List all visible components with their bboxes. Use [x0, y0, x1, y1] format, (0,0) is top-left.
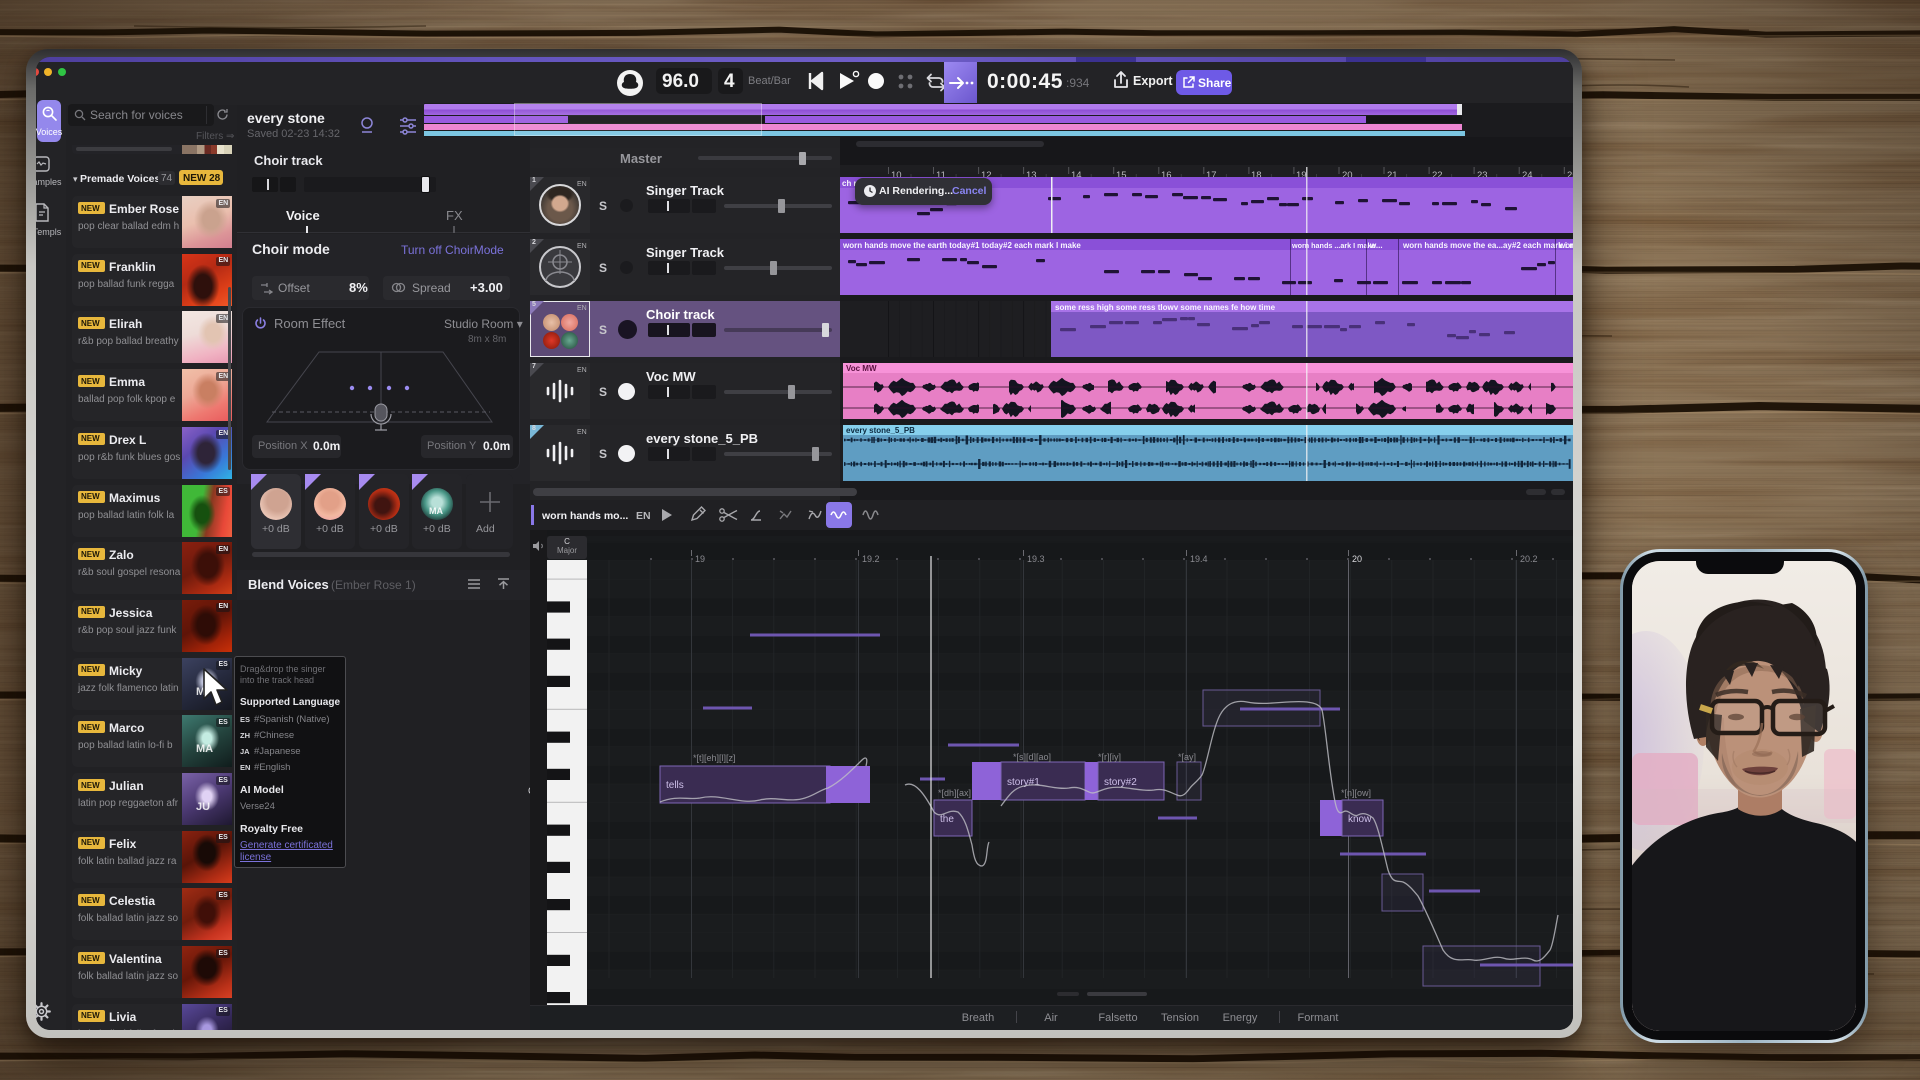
svg-text:worn hands move the ea...ay#2: worn hands move the ea...ay#2 each mark …: [1402, 241, 1573, 250]
svg-text:worn hands ...ark I make: worn hands ...ark I make: [1291, 241, 1376, 250]
svg-text:every stone_5_PB: every stone_5_PB: [846, 426, 915, 435]
svg-text:tells: tells: [666, 780, 684, 791]
svg-text:story#2: story#2: [1104, 777, 1137, 788]
svg-text:*[t][eh][l][z]: *[t][eh][l][z]: [693, 753, 736, 763]
svg-text:19: 19: [695, 554, 705, 564]
svg-text:the: the: [940, 814, 954, 825]
svg-text:*[dh][ax]: *[dh][ax]: [938, 788, 971, 798]
svg-text:19.3: 19.3: [1027, 554, 1045, 564]
svg-text:Voc MW: Voc MW: [846, 364, 877, 373]
svg-text:wor: wor: [1558, 241, 1573, 250]
svg-text:*[n][ow]: *[n][ow]: [1341, 788, 1371, 798]
svg-text:20.2: 20.2: [1520, 554, 1538, 564]
svg-text:*[s][d][ao]: *[s][d][ao]: [1013, 752, 1051, 762]
svg-text:some ress high some ress tlowv: some ress high some ress tlowv some name…: [1055, 303, 1276, 312]
svg-text:worn hands move the earth toda: worn hands move the earth today#1 today#…: [842, 241, 1081, 250]
svg-text:*[ay]: *[ay]: [1178, 752, 1196, 762]
svg-text:19.2: 19.2: [862, 554, 880, 564]
svg-text:w...: w...: [1369, 241, 1383, 250]
svg-text:19.4: 19.4: [1190, 554, 1208, 564]
svg-text:20: 20: [1352, 554, 1362, 564]
svg-text:*[r][iy]: *[r][iy]: [1098, 752, 1121, 762]
